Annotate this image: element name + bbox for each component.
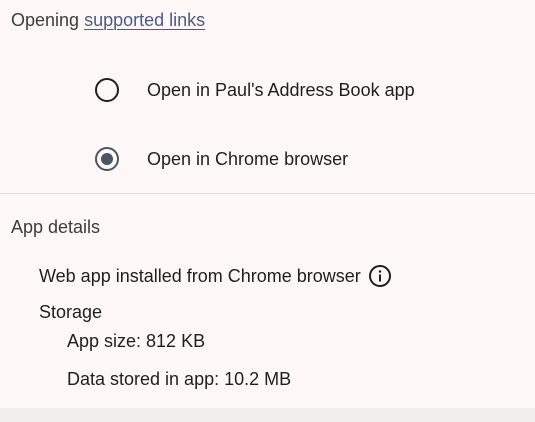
app-size-value: App size: 812 KB [67, 331, 206, 351]
open-in-app-label: Open in Paul's Address Book app [147, 79, 415, 100]
section-divider [0, 193, 535, 194]
open-in-browser-label: Open in Chrome browser [147, 148, 349, 169]
open-in-app-option[interactable]: Open in Paul's Address Book app [95, 76, 415, 104]
open-in-browser-radio[interactable] [95, 147, 119, 171]
installed-from-row: Web app installed from Chrome browser [39, 264, 392, 288]
open-in-app-radio[interactable] [95, 78, 119, 102]
info-icon[interactable] [368, 264, 392, 288]
opening-title-prefix: Opening [11, 10, 85, 30]
installed-from-text: Web app installed from Chrome browser [39, 266, 361, 286]
storage-label: Storage [39, 302, 103, 322]
open-in-browser-option[interactable]: Open in Chrome browser [95, 145, 348, 173]
supported-links-link[interactable]: supported links [84, 10, 205, 30]
bottom-band [0, 408, 535, 422]
opening-links-title: Opening supported links [11, 9, 205, 31]
opening-links-section: Opening supported links Open in Paul's A… [0, 0, 535, 193]
app-details-title: App details [11, 217, 101, 237]
data-stored-value: Data stored in app: 10.2 MB [67, 369, 292, 389]
